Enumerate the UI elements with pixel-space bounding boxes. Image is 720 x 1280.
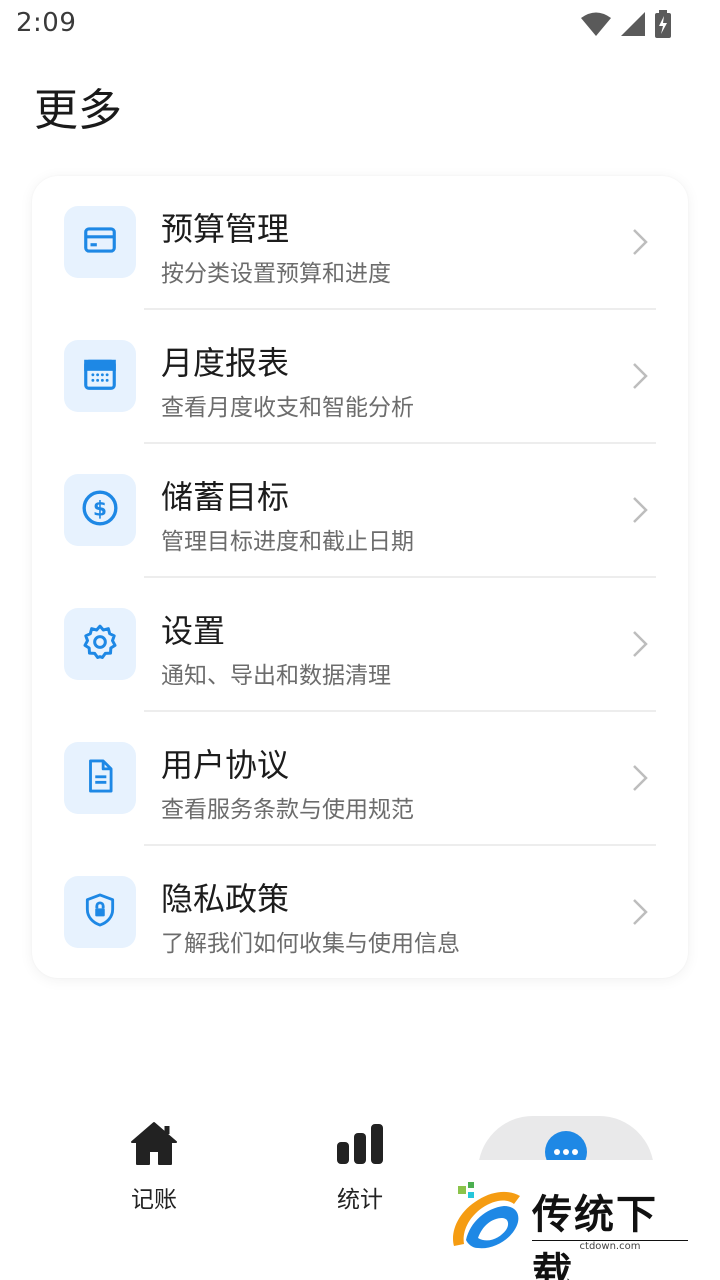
credit-card-icon	[81, 221, 119, 263]
status-time: 2:09	[16, 8, 77, 38]
menu-item-subtitle: 按分类设置预算和进度	[161, 261, 391, 287]
tab-statistics[interactable]: 统计	[280, 1120, 440, 1220]
menu-item-title: 用户协议	[161, 746, 290, 784]
menu-item-title: 设置	[161, 612, 226, 650]
tab-label: 统计	[337, 1187, 383, 1213]
bar-chart-icon	[335, 1120, 385, 1170]
menu-item-budget[interactable]: 预算管理 按分类设置预算和进度	[32, 176, 688, 310]
shield-lock-icon	[81, 891, 119, 933]
chevron-right-icon	[630, 628, 650, 664]
watermark-url: ctdown.com	[532, 1240, 688, 1252]
menu-item-title: 隐私政策	[161, 880, 290, 918]
chevron-right-icon	[630, 494, 650, 530]
battery-charging-icon	[654, 10, 672, 38]
menu-item-savings-goal[interactable]: $ 储蓄目标 管理目标进度和截止日期	[32, 444, 688, 578]
menu-item-title: 储蓄目标	[161, 478, 290, 516]
icon-tile	[64, 876, 136, 948]
menu-item-title: 月度报表	[161, 344, 290, 382]
gear-icon	[80, 622, 120, 666]
menu-item-subtitle: 管理目标进度和截止日期	[161, 529, 414, 555]
menu-item-subtitle: 查看服务条款与使用规范	[161, 797, 414, 823]
menu-item-settings[interactable]: 设置 通知、导出和数据清理	[32, 578, 688, 712]
icon-tile: $	[64, 474, 136, 546]
menu-item-subtitle: 查看月度收支和智能分析	[161, 395, 414, 421]
menu-item-privacy-policy[interactable]: 隐私政策 了解我们如何收集与使用信息	[32, 846, 688, 980]
menu-item-subtitle: 通知、导出和数据清理	[161, 663, 391, 689]
tab-bookkeeping[interactable]: 记账	[74, 1120, 234, 1220]
dollar-circle-icon: $	[80, 488, 120, 532]
menu-item-subtitle: 了解我们如何收集与使用信息	[161, 931, 460, 957]
watermark: 传统下载 ctdown.com	[438, 1160, 692, 1280]
icon-tile	[64, 742, 136, 814]
calendar-icon	[81, 355, 119, 397]
cellular-icon	[620, 11, 646, 37]
menu-item-user-agreement[interactable]: 用户协议 查看服务条款与使用规范	[32, 712, 688, 846]
chevron-right-icon	[630, 762, 650, 798]
icon-tile	[64, 206, 136, 278]
chevron-right-icon	[630, 896, 650, 932]
document-icon	[81, 757, 119, 799]
chevron-right-icon	[630, 226, 650, 262]
menu-card: 预算管理 按分类设置预算和进度 月度报表 查看月度收支和智能分析 $ 储蓄目标 …	[32, 176, 688, 978]
page-title: 更多	[34, 85, 122, 136]
status-icons	[580, 10, 672, 38]
icon-tile	[64, 340, 136, 412]
watermark-text: 传统下载	[532, 1192, 658, 1280]
menu-item-title: 预算管理	[161, 210, 290, 248]
chevron-right-icon	[630, 360, 650, 396]
watermark-logo-icon	[448, 1182, 528, 1260]
tab-label: 记账	[131, 1187, 177, 1213]
icon-tile	[64, 608, 136, 680]
menu-item-monthly-report[interactable]: 月度报表 查看月度收支和智能分析	[32, 310, 688, 444]
home-icon	[129, 1120, 179, 1170]
status-bar: 2:09	[0, 0, 720, 48]
svg-text:$: $	[93, 497, 107, 521]
wifi-icon	[580, 11, 612, 37]
